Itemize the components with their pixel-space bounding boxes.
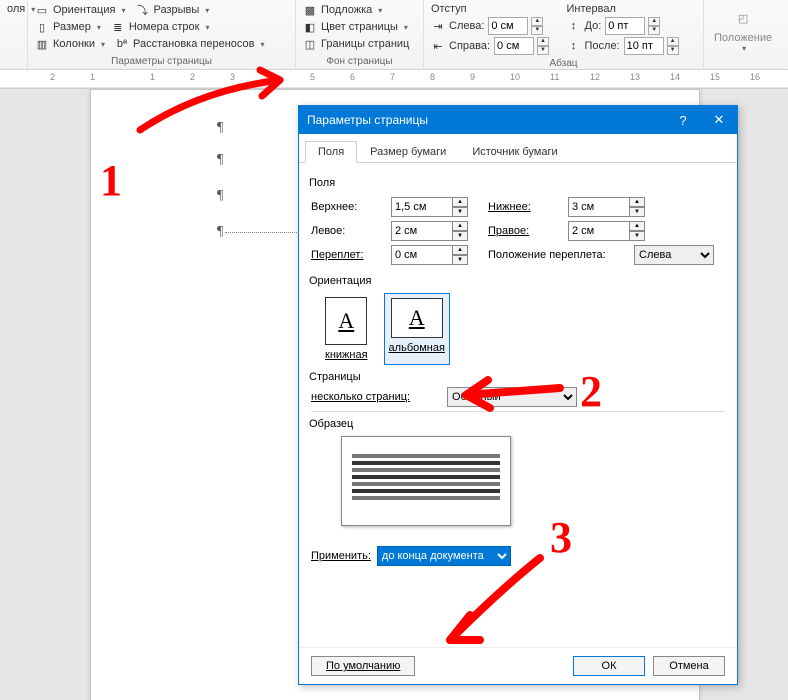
portrait-icon: A bbox=[325, 297, 367, 345]
defaults-button[interactable]: По умолчанию bbox=[311, 656, 415, 676]
indent-left-label: Слева: bbox=[449, 20, 484, 32]
spacing-after-label: После: bbox=[585, 40, 620, 52]
breaks-icon: ⤵ bbox=[135, 3, 149, 17]
page-color-button[interactable]: ◧ Цвет страницы▾ bbox=[300, 19, 419, 35]
page-bg-group-label: Фон страницы bbox=[300, 54, 419, 69]
indent-right-input[interactable] bbox=[494, 37, 534, 55]
dialog-tabs: Поля Размер бумаги Источник бумаги bbox=[299, 134, 737, 163]
position-icon: ◰ bbox=[729, 4, 757, 32]
orientation-icon: ▭ bbox=[35, 3, 49, 17]
orientation-button[interactable]: ▭ Ориентация▾ bbox=[32, 2, 128, 18]
paragraph-mark: ¶ bbox=[217, 152, 223, 168]
watermark-button[interactable]: ▩ Подложка▾ bbox=[300, 2, 419, 18]
horizontal-ruler[interactable]: 21 12 34 56 78 910 1112 1314 1516 bbox=[0, 70, 788, 88]
hyphenation-icon: bª bbox=[115, 37, 129, 51]
indent-right-label: Справа: bbox=[449, 40, 490, 52]
columns-button[interactable]: ▥ Колонки▾ bbox=[32, 36, 108, 52]
apply-label: Применить: bbox=[311, 550, 371, 562]
indent-left-icon: ⇥ bbox=[431, 19, 445, 33]
right-margin-label: Правое: bbox=[488, 225, 562, 237]
orientation-section-label: Ориентация bbox=[309, 275, 725, 287]
portrait-orientation-button[interactable]: A книжная bbox=[321, 293, 372, 365]
fields-section-label: Поля bbox=[309, 177, 725, 189]
page-borders-button[interactable]: ◫ Границы страниц bbox=[300, 36, 419, 52]
ribbon-group-fields: оля▾ bbox=[0, 0, 28, 69]
line-numbers-icon: ≣ bbox=[111, 20, 125, 34]
gutter-pos-select[interactable]: Слева bbox=[634, 245, 714, 265]
page-borders-icon: ◫ bbox=[303, 37, 317, 51]
dialog-titlebar: Параметры страницы ? ✕ bbox=[299, 106, 737, 134]
tab-fields[interactable]: Поля bbox=[305, 141, 357, 163]
watermark-icon: ▩ bbox=[303, 3, 317, 17]
ribbon-group-arrange: ◰ Положение ▾ bbox=[704, 0, 782, 69]
spacing-before-label: До: bbox=[585, 20, 602, 32]
decrement-icon[interactable]: ▼ bbox=[531, 26, 543, 35]
spacing-section-label: Интервал bbox=[564, 2, 700, 16]
line-numbers-button[interactable]: ≣ Номера строк▾ bbox=[108, 19, 213, 35]
gutter-pos-label: Положение переплета: bbox=[488, 249, 628, 261]
columns-icon: ▥ bbox=[35, 37, 49, 51]
ribbon-group-page-background: ▩ Подложка▾ ◧ Цвет страницы▾ ◫ Границы с… bbox=[296, 0, 424, 69]
breaks-button[interactable]: ⤵ Разрывы▾ bbox=[132, 2, 212, 18]
right-margin-input[interactable] bbox=[568, 221, 630, 241]
size-button[interactable]: ▯ Размер▾ bbox=[32, 19, 104, 35]
multi-pages-label: несколько страниц: bbox=[311, 391, 441, 403]
size-icon: ▯ bbox=[35, 20, 49, 34]
landscape-orientation-button[interactable]: A альбомная bbox=[384, 293, 450, 365]
indent-right-icon: ⇤ bbox=[431, 39, 445, 53]
sample-section-label: Образец bbox=[309, 418, 725, 430]
indent-left-input[interactable] bbox=[488, 17, 528, 35]
paragraph-mark: ¶ bbox=[217, 120, 223, 136]
top-margin-input[interactable] bbox=[391, 197, 453, 217]
increment-icon[interactable]: ▲ bbox=[531, 17, 543, 26]
page-color-icon: ◧ bbox=[303, 20, 317, 34]
cancel-button[interactable]: Отмена bbox=[653, 656, 725, 676]
dialog-title: Параметры страницы bbox=[307, 113, 428, 127]
ribbon-group-paragraph: Отступ ⇥ Слева: ▲▼ ⇤ Справа: ▲▼ bbox=[424, 0, 704, 69]
sample-preview bbox=[341, 436, 511, 526]
bottom-margin-label: Нижнее: bbox=[488, 201, 562, 213]
indent-section-label: Отступ bbox=[428, 2, 564, 16]
bottom-margin-input[interactable] bbox=[568, 197, 630, 217]
ok-button[interactable]: ОК bbox=[573, 656, 645, 676]
ribbon-group-page-setup: ▭ Ориентация▾ ⤵ Разрывы▾ ▯ Размер▾ ≣ Ном… bbox=[28, 0, 296, 69]
ribbon: оля▾ ▭ Ориентация▾ ⤵ Разрывы▾ ▯ Размер▾ bbox=[0, 0, 788, 70]
gutter-label: Переплет: bbox=[311, 249, 385, 261]
margins-button[interactable]: оля▾ bbox=[4, 2, 23, 16]
help-button[interactable]: ? bbox=[665, 106, 701, 134]
apply-to-select[interactable]: до конца документа bbox=[377, 546, 511, 566]
left-margin-label: Левое: bbox=[311, 225, 385, 237]
hyphenation-button[interactable]: bª Расстановка переносов▾ bbox=[112, 36, 268, 52]
landscape-icon: A bbox=[391, 298, 443, 338]
spacing-before-input[interactable] bbox=[605, 17, 645, 35]
paragraph-mark: ¶ bbox=[217, 188, 223, 204]
top-margin-label: Верхнее: bbox=[311, 201, 385, 213]
pages-section-label: Страницы bbox=[309, 371, 725, 383]
position-button[interactable]: ◰ Положение ▾ bbox=[708, 2, 778, 55]
spacing-after-input[interactable] bbox=[624, 37, 664, 55]
spacing-before-icon: ↕ bbox=[567, 19, 581, 33]
multi-pages-select[interactable]: Обычный bbox=[447, 387, 577, 407]
page-setup-group-label: Параметры страницы bbox=[32, 54, 291, 69]
left-margin-input[interactable] bbox=[391, 221, 453, 241]
gutter-input[interactable] bbox=[391, 245, 453, 265]
paragraph-mark: ¶ bbox=[217, 224, 223, 240]
page-setup-dialog: Параметры страницы ? ✕ Поля Размер бумаг… bbox=[298, 105, 738, 685]
tab-paper-source[interactable]: Источник бумаги bbox=[459, 141, 570, 163]
spacing-after-icon: ↕ bbox=[567, 39, 581, 53]
paragraph-group-label: Абзац bbox=[428, 56, 699, 71]
tab-paper-size[interactable]: Размер бумаги bbox=[357, 141, 459, 163]
close-button[interactable]: ✕ bbox=[701, 106, 737, 134]
